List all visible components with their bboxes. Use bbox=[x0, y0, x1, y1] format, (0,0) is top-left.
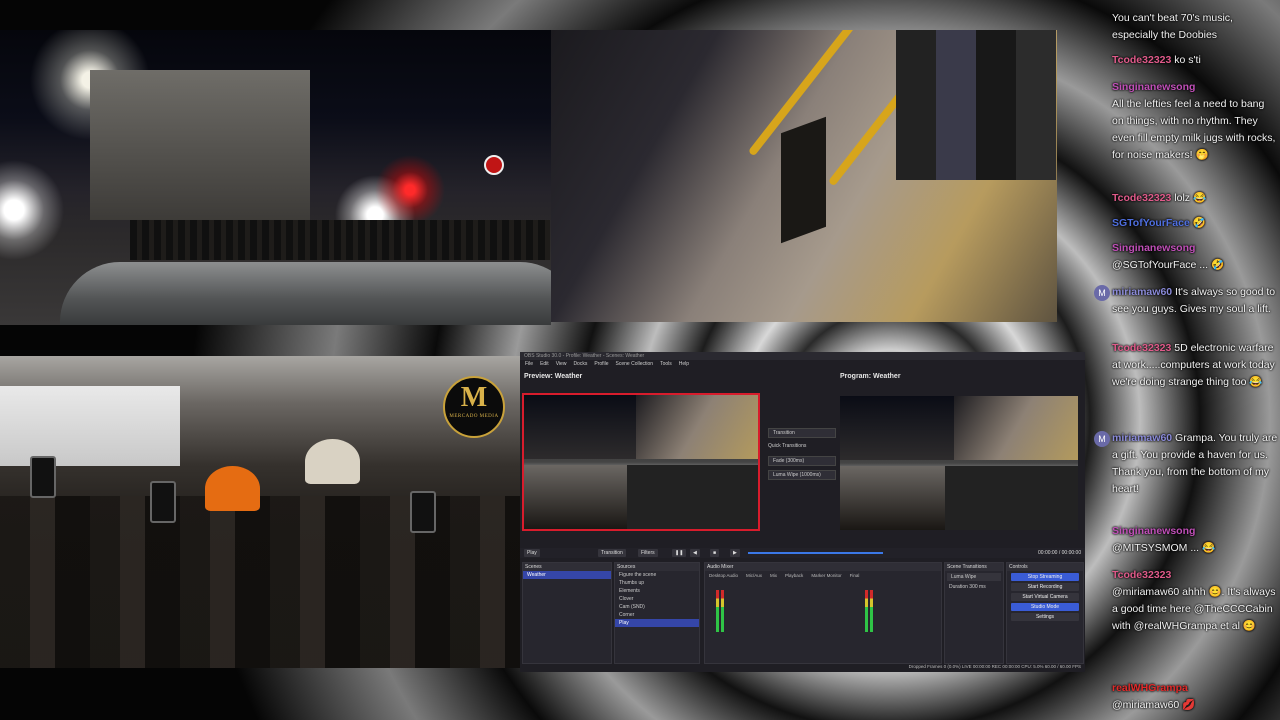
play-button[interactable]: Play bbox=[524, 549, 540, 557]
chat-message: Tcode32323 @miriamaw60 ahhh 😊. It's alway… bbox=[1112, 569, 1276, 632]
quick-transitions-label: Quick Transitions bbox=[768, 443, 807, 449]
phone bbox=[30, 456, 56, 498]
pause-icon[interactable]: ❚❚ bbox=[672, 549, 687, 557]
chat-message: Tcode32323 5D electronic warfare at work… bbox=[1112, 342, 1275, 388]
chat-message: Tcode32323 ko s'ti bbox=[1112, 54, 1201, 66]
transition-select[interactable]: Luma Wipe bbox=[947, 573, 1001, 581]
chat-message: Tcode32323 lolz 😂 bbox=[1112, 192, 1207, 204]
menu-docks[interactable]: Docks bbox=[573, 360, 587, 368]
controls-dock: Controls Stop Streaming Start Recording … bbox=[1006, 562, 1084, 664]
menu-scene-collection[interactable]: Scene Collection bbox=[616, 360, 654, 368]
settings-button[interactable]: Settings bbox=[1011, 613, 1079, 621]
start-recording-button[interactable]: Start Recording bbox=[1011, 583, 1079, 591]
scene-item[interactable]: Weather bbox=[523, 571, 611, 579]
obs-titlebar: OBS Studio 30.0 - Profile: Weather - Sce… bbox=[520, 352, 1085, 360]
transition-properties-button[interactable]: Transition bbox=[598, 549, 626, 557]
source-item[interactable]: Figure the scene bbox=[615, 571, 699, 579]
crowd bbox=[0, 496, 520, 668]
audio-meter bbox=[721, 590, 724, 632]
mercado-media-logo: M MERCADO MEDIA bbox=[443, 376, 505, 438]
menu-help[interactable]: Help bbox=[679, 360, 689, 368]
scene-transitions-header: Scene Transitions bbox=[945, 563, 1003, 571]
audio-meter bbox=[870, 590, 873, 632]
obs-menubar: File Edit View Docks Profile Scene Colle… bbox=[520, 360, 1085, 368]
studio-mode-button[interactable]: Studio Mode bbox=[1011, 603, 1079, 611]
menu-view[interactable]: View bbox=[556, 360, 567, 368]
obs-window[interactable]: OBS Studio 30.0 - Profile: Weather - Sce… bbox=[520, 352, 1085, 672]
source-item[interactable]: Play bbox=[615, 619, 699, 627]
chat-message: Singinanewsong @MITSYSMOM ... 😂 bbox=[1112, 525, 1216, 554]
duration-label: Duration 300 ms bbox=[949, 584, 986, 590]
status-bar: Dropped Frames 0 (0.0%) LIVE 00:00:00 RE… bbox=[908, 664, 1081, 669]
channel-label: Mic/Aux bbox=[746, 573, 763, 578]
channel-label: Marker Monitor bbox=[811, 573, 842, 578]
audio-meter bbox=[716, 590, 719, 632]
source-item[interactable]: Corner bbox=[615, 611, 699, 619]
source-item[interactable]: Elements bbox=[615, 587, 699, 595]
camera-feed-street bbox=[0, 30, 551, 325]
start-virtual-camera-button[interactable]: Start Virtual Camera bbox=[1011, 593, 1079, 601]
chat-message: realWHGrampa @miriamaw60 💋 bbox=[1112, 682, 1196, 711]
crowd bbox=[130, 220, 550, 260]
chat-message: miriamaw60 Grampa. You truly are a gift.… bbox=[1112, 432, 1278, 495]
preview-label: Preview: Weather bbox=[524, 373, 583, 380]
phone bbox=[150, 481, 176, 523]
chat-message: Singinanewsong @SGTofYourFace ... 🤣 bbox=[1112, 242, 1225, 271]
camera-feed-crowd bbox=[0, 356, 520, 668]
audio-meter bbox=[865, 590, 868, 632]
chat-message: You can't beat 70's music, especially th… bbox=[1112, 12, 1233, 41]
filters-button[interactable]: Filters bbox=[638, 549, 658, 557]
program-label: Program: Weather bbox=[840, 373, 901, 380]
white-hat bbox=[305, 439, 360, 484]
program-canvas bbox=[840, 396, 1078, 530]
menu-tools[interactable]: Tools bbox=[660, 360, 672, 368]
preview-canvas[interactable] bbox=[522, 393, 760, 531]
next-icon[interactable]: ▶ bbox=[730, 549, 740, 557]
orange-hat bbox=[205, 466, 260, 511]
scene-transitions-dock: Scene Transitions Luma Wipe Duration 300… bbox=[944, 562, 1004, 664]
phone bbox=[410, 491, 436, 533]
stop-sign bbox=[484, 155, 504, 175]
sources-dock: Sources Figure the scene Thumbs up Eleme… bbox=[614, 562, 700, 664]
channel-label: Playback bbox=[785, 573, 804, 578]
menu-profile[interactable]: Profile bbox=[594, 360, 608, 368]
scenes-header: Scenes bbox=[523, 563, 611, 571]
avatar: M bbox=[1094, 285, 1110, 301]
transition-button[interactable]: Transition bbox=[768, 428, 836, 438]
door bbox=[781, 116, 826, 244]
source-item[interactable]: Clover bbox=[615, 595, 699, 603]
channel-label: Final bbox=[849, 573, 860, 578]
timecode: 00:00:00 / 00:00:00 bbox=[1038, 550, 1082, 556]
chat-overlay: You can't beat 70's music, especially th… bbox=[1088, 0, 1280, 720]
menu-file[interactable]: File bbox=[525, 360, 533, 368]
camera-feed-stairs bbox=[551, 30, 1057, 322]
car bbox=[60, 262, 551, 325]
source-item[interactable]: Thumbs up bbox=[615, 579, 699, 587]
previous-icon[interactable]: ◀ bbox=[690, 549, 700, 557]
avatar: M bbox=[1094, 431, 1110, 447]
stop-streaming-button[interactable]: Stop Streaming bbox=[1011, 573, 1079, 581]
chat-message: Singinanewsong All the lefties feel a nee… bbox=[1112, 81, 1276, 161]
luma-transition[interactable]: Luma Wipe (1000ms) bbox=[768, 470, 836, 480]
source-item[interactable]: Cam (SND) bbox=[615, 603, 699, 611]
audio-mixer-header: Audio Mixer bbox=[705, 563, 941, 571]
people bbox=[896, 30, 1056, 180]
channel-label: Mix bbox=[770, 573, 778, 578]
audio-mixer-dock: Audio Mixer Desktop Audio Mic/Aux Mix Pl… bbox=[704, 562, 942, 664]
sources-header: Sources bbox=[615, 563, 699, 571]
menu-edit[interactable]: Edit bbox=[540, 360, 549, 368]
seek-bar[interactable] bbox=[748, 552, 883, 554]
channel-label: Desktop Audio bbox=[709, 573, 739, 578]
chat-message: miriamaw60 It's always so good to see yo… bbox=[1112, 286, 1276, 315]
window bbox=[0, 386, 180, 466]
fade-transition[interactable]: Fade (300ms) bbox=[768, 456, 836, 466]
chat-message: SGTofYourFace 🤣 bbox=[1112, 217, 1206, 229]
scenes-dock: Scenes Weather bbox=[522, 562, 612, 664]
stop-icon[interactable]: ■ bbox=[710, 549, 720, 557]
controls-header: Controls bbox=[1007, 563, 1083, 571]
building bbox=[90, 70, 310, 220]
